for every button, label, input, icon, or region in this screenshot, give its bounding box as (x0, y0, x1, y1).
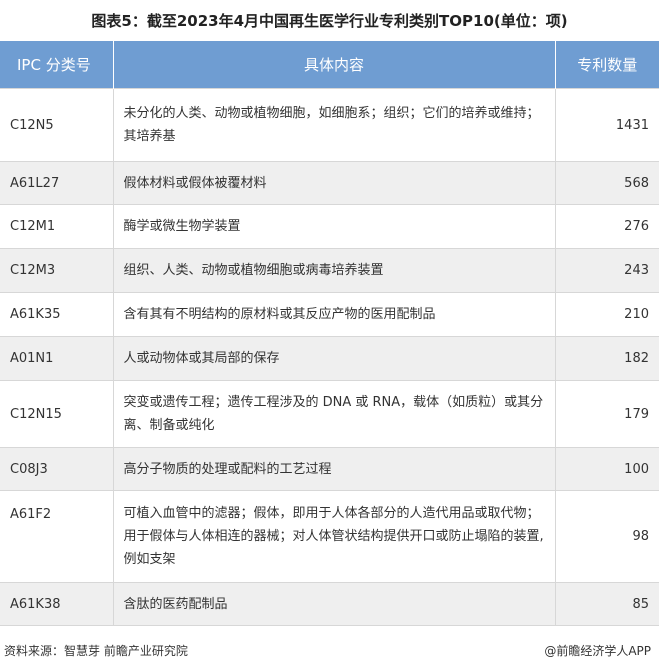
footer: 资料来源：智慧芽 前瞻产业研究院 @前瞻经济学人APP (0, 640, 659, 660)
patent-count: 98 (555, 490, 659, 583)
content-description: 酶学或微生物学装置 (113, 204, 556, 249)
patent-count: 210 (555, 292, 659, 337)
table-row: C12N5 未分化的人类、动物或植物细胞，如细胞系；组织；它们的培养或维持；其培… (0, 88, 659, 162)
patent-count: 179 (555, 380, 659, 448)
ipc-code: C12M1 (0, 204, 114, 249)
table-row: A01N1 人或动物体或其局部的保存 182 (0, 336, 659, 381)
content-description: 未分化的人类、动物或植物细胞，如细胞系；组织；它们的培养或维持；其培养基 (113, 88, 556, 162)
content-description: 组织、人类、动物或植物细胞或病毒培养装置 (113, 248, 556, 293)
patent-count: 1431 (555, 88, 659, 162)
table-row: A61L27 假体材料或假体被覆材料 568 (0, 161, 659, 205)
table-row: C12M3 组织、人类、动物或植物细胞或病毒培养装置 243 (0, 248, 659, 293)
table-row: A61F2 可植入血管中的滤器；假体，即用于人体各部分的人造代用品或取代物；用于… (0, 490, 659, 583)
chart-title: 图表5：截至2023年4月中国再生医学行业专利类别TOP10(单位：项) (91, 12, 568, 30)
brand-credit: @前瞻经济学人APP (544, 644, 651, 658)
patent-count: 100 (555, 447, 659, 491)
table-row: C12N15 突变或遗传工程；遗传工程涉及的 DNA 或 RNA，载体（如质粒）… (0, 380, 659, 448)
content-description: 突变或遗传工程；遗传工程涉及的 DNA 或 RNA，载体（如质粒）或其分离、制备… (113, 380, 556, 448)
table-row: A61K38 含肽的医药配制品 85 (0, 582, 659, 626)
patent-count: 85 (555, 582, 659, 626)
ipc-code: C12N15 (0, 380, 114, 448)
table-row: C08J3 高分子物质的处理或配料的工艺过程 100 (0, 447, 659, 491)
ipc-code: A61K35 (0, 292, 114, 337)
table-row: A61K35 含有其有不明结构的原材料或其反应产物的医用配制品 210 (0, 292, 659, 337)
table-header-row: IPC 分类号 具体内容 专利数量 (0, 41, 659, 89)
ipc-code: C08J3 (0, 447, 114, 491)
content-description: 人或动物体或其局部的保存 (113, 336, 556, 381)
content-description: 含肽的医药配制品 (113, 582, 556, 626)
ipc-code: C12N5 (0, 88, 114, 162)
patent-count: 276 (555, 204, 659, 249)
patent-count: 243 (555, 248, 659, 293)
ipc-code: A61F2 (0, 490, 114, 583)
data-source: 资料来源：智慧芽 前瞻产业研究院 (4, 644, 188, 658)
header-content: 具体内容 (113, 41, 556, 89)
patent-table: IPC 分类号 具体内容 专利数量 C12N5 未分化的人类、动物或植物细胞，如… (0, 41, 659, 626)
ipc-code: A61K38 (0, 582, 114, 626)
table-row: C12M1 酶学或微生物学装置 276 (0, 204, 659, 249)
content-description: 假体材料或假体被覆材料 (113, 161, 556, 205)
patent-count: 568 (555, 161, 659, 205)
content-description: 可植入血管中的滤器；假体，即用于人体各部分的人造代用品或取代物；用于假体与人体相… (113, 490, 556, 583)
content-description: 高分子物质的处理或配料的工艺过程 (113, 447, 556, 491)
patent-count: 182 (555, 336, 659, 381)
header-ipc-code: IPC 分类号 (0, 41, 114, 89)
ipc-code: A01N1 (0, 336, 114, 381)
ipc-code: A61L27 (0, 161, 114, 205)
ipc-code: C12M3 (0, 248, 114, 293)
content-description: 含有其有不明结构的原材料或其反应产物的医用配制品 (113, 292, 556, 337)
header-count: 专利数量 (555, 41, 659, 89)
